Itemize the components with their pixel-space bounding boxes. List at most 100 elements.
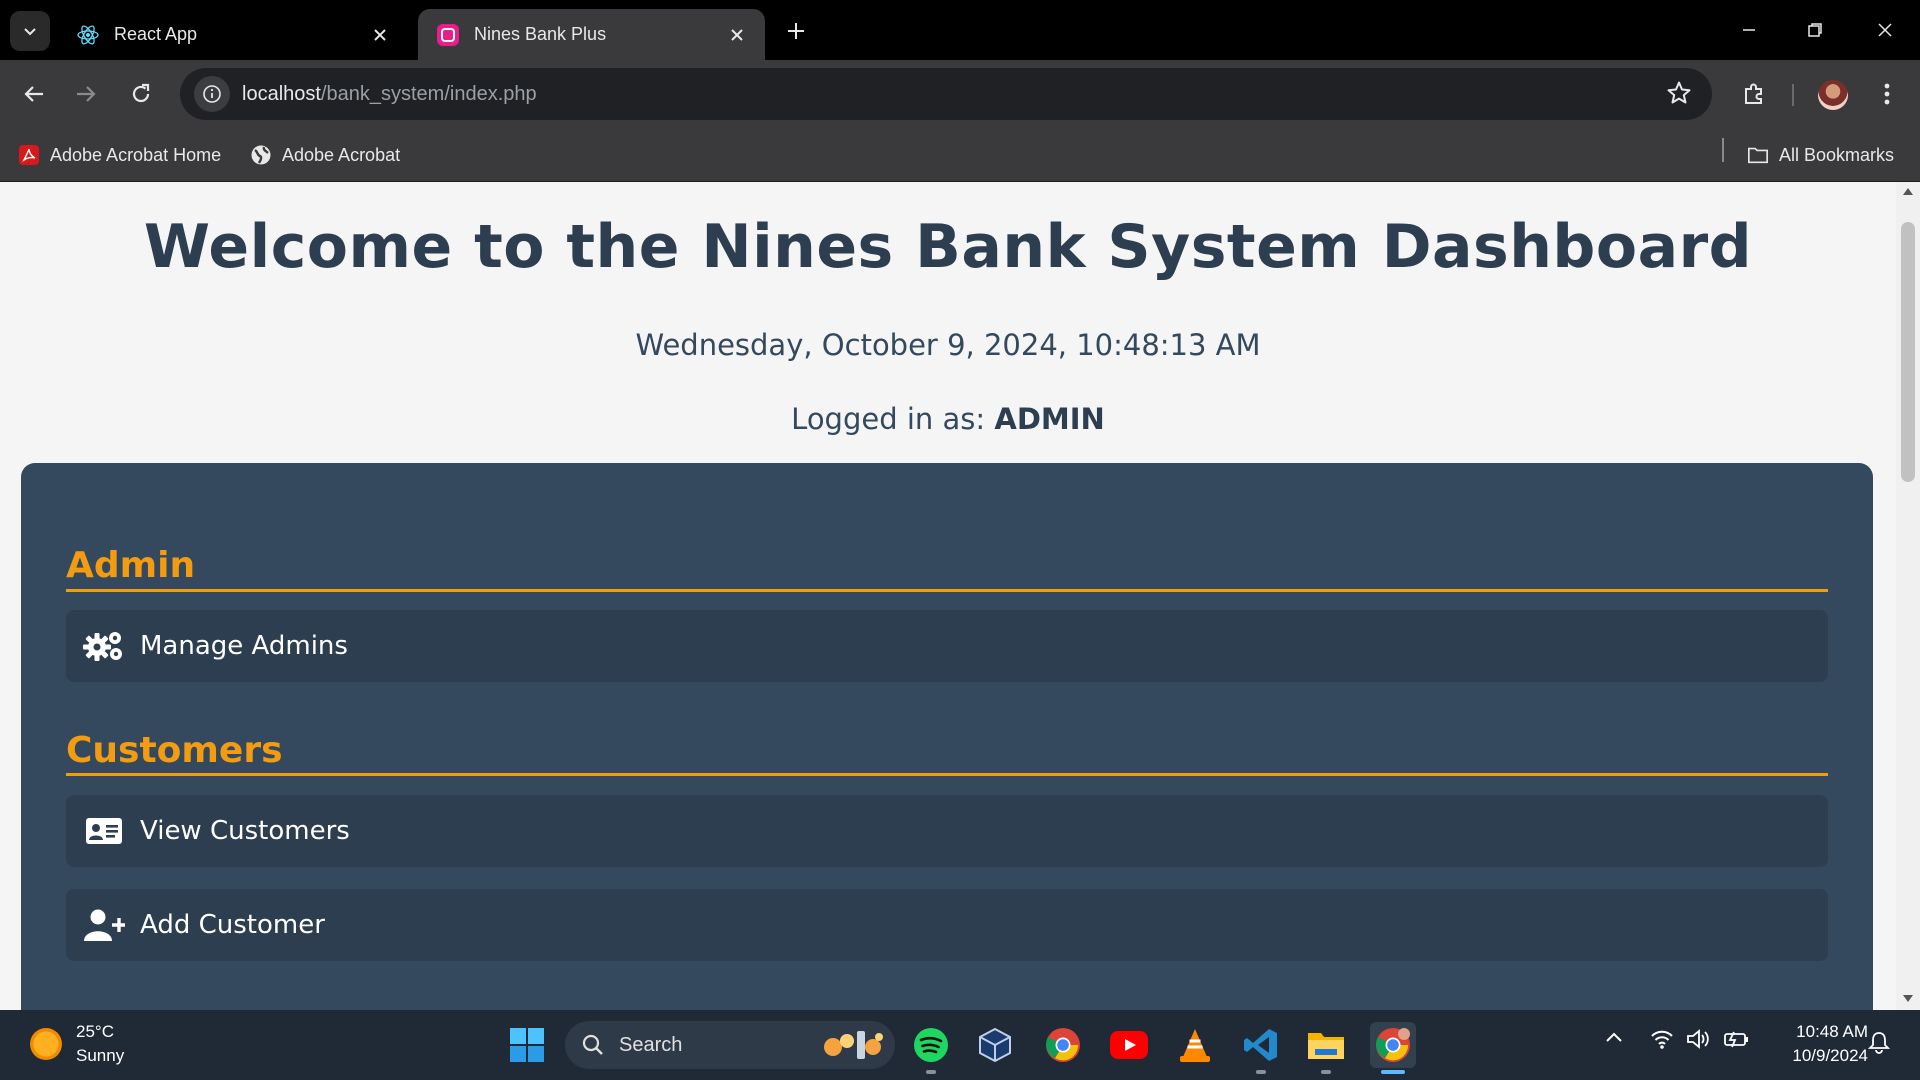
bookmark-star-icon[interactable] [1666, 80, 1692, 110]
bookmarks-divider [1722, 138, 1724, 162]
url-text: localhost/bank_system/index.php [242, 83, 537, 106]
running-indicator [1321, 1070, 1331, 1074]
restore-icon [1808, 23, 1822, 37]
id-card-icon [82, 813, 126, 849]
user-plus-icon [82, 907, 126, 943]
taskbar-clock[interactable]: 10:48 AM 10/9/2024 [1760, 1020, 1868, 1068]
address-bar[interactable]: localhost/bank_system/index.php [180, 68, 1712, 120]
close-icon[interactable] [725, 23, 749, 47]
active-indicator [1381, 1070, 1405, 1074]
virtualbox-icon[interactable] [972, 1022, 1018, 1068]
taskbar-search[interactable]: Search [565, 1021, 895, 1069]
notification-bell-icon[interactable] [1868, 1030, 1890, 1054]
page-title: Welcome to the Nines Bank System Dashboa… [143, 212, 1753, 282]
youtube-icon[interactable] [1106, 1022, 1152, 1068]
toolbar-divider [1792, 84, 1794, 106]
url-path: /bank_system/index.php [320, 82, 537, 105]
file-explorer-icon[interactable] [1303, 1022, 1349, 1068]
current-datetime: Wednesday, October 9, 2024, 10:48:13 AM [635, 328, 1261, 362]
plus-icon [788, 23, 804, 39]
bookmark-adobe-acrobat[interactable]: Adobe Acrobat [250, 139, 400, 171]
battery-icon[interactable] [1722, 1028, 1750, 1050]
tab-nines-bank-plus[interactable]: Nines Bank Plus [418, 9, 765, 60]
bookmark-label: Adobe Acrobat Home [50, 144, 222, 165]
tab-title: React App [114, 24, 198, 44]
section-title-customers: Customers [66, 730, 283, 771]
back-button[interactable] [14, 74, 54, 114]
bookmark-label: Adobe Acrobat [282, 144, 401, 165]
volume-icon[interactable] [1686, 1028, 1710, 1050]
tab-title: Nines Bank Plus [474, 24, 607, 44]
scroll-down-icon[interactable] [1903, 995, 1913, 1002]
search-icon [581, 1033, 605, 1057]
restore-button[interactable] [1790, 10, 1840, 50]
menu-card-label: View Customers [140, 816, 350, 846]
wifi-icon[interactable] [1650, 1028, 1674, 1050]
clock-date: 10/9/2024 [1792, 1046, 1868, 1065]
minimize-icon [1743, 29, 1755, 31]
section-title-admin: Admin [66, 545, 196, 586]
weather-desc: Sunny [76, 1046, 125, 1065]
arrow-left-icon [24, 86, 43, 102]
sun-icon [30, 1028, 62, 1060]
chrome-canary-icon[interactable] [1370, 1022, 1416, 1068]
chrome-icon[interactable] [1040, 1022, 1086, 1068]
section-divider [66, 589, 1828, 592]
page-viewport: Welcome to the Nines Bank System Dashboa… [0, 182, 1896, 1010]
folder-icon [1747, 144, 1769, 166]
scroll-up-icon[interactable] [1903, 188, 1913, 195]
running-indicator [1256, 1070, 1266, 1074]
bookmark-adobe-acrobat-home[interactable]: Adobe Acrobat Home [18, 139, 221, 171]
dashboard-panel: Admin Manage Admins Customers View Custo… [21, 463, 1873, 1010]
browser-menu-button[interactable] [1872, 74, 1902, 114]
vlc-icon[interactable] [1172, 1022, 1218, 1068]
logged-in-user: ADMIN [994, 402, 1105, 436]
chevron-up-icon[interactable] [1604, 1028, 1624, 1048]
extensions-button[interactable] [1734, 74, 1774, 114]
tab-strip: React App Nines Bank Plus [0, 0, 1920, 60]
close-icon [1878, 23, 1892, 37]
adobe-acrobat-icon [18, 144, 40, 166]
logged-in-prefix: Logged in as: [791, 402, 986, 436]
page-scrollbar[interactable] [1896, 182, 1920, 1010]
reload-icon [132, 83, 150, 103]
bank-favicon-icon [436, 23, 460, 47]
chevron-down-icon [24, 28, 36, 36]
all-bookmarks-label: All Bookmarks [1779, 144, 1895, 165]
globe-icon [250, 144, 272, 166]
weather-temp: 25°C [76, 1022, 114, 1041]
section-divider [66, 773, 1828, 776]
forward-button[interactable] [66, 74, 106, 114]
tab-react-app[interactable]: React App [58, 9, 408, 60]
puzzle-icon [1745, 83, 1762, 104]
arrow-right-icon [77, 86, 96, 102]
tab-search-button[interactable] [10, 11, 50, 51]
spotify-icon[interactable] [908, 1022, 954, 1068]
vscode-icon[interactable] [1238, 1022, 1284, 1068]
search-highlight-icon [824, 1031, 883, 1059]
react-icon [76, 23, 100, 47]
taskbar: 25°C Sunny Search 10:48 AM 10/9/2024 [0, 1010, 1920, 1080]
site-info-icon[interactable] [194, 76, 230, 112]
gears-icon [82, 628, 126, 664]
more-vert-icon [1884, 83, 1890, 105]
profile-avatar[interactable] [1818, 80, 1848, 110]
scrollbar-thumb[interactable] [1901, 222, 1915, 482]
minimize-button[interactable] [1724, 10, 1774, 50]
bookmarks-bar: Adobe Acrobat Home Adobe Acrobat All Boo… [0, 128, 1920, 182]
new-tab-button[interactable] [776, 14, 816, 48]
add-customer-link[interactable]: Add Customer [66, 889, 1828, 961]
search-placeholder: Search [619, 1033, 683, 1056]
menu-card-label: Add Customer [140, 910, 325, 940]
weather-widget[interactable]: 25°C Sunny [30, 1020, 124, 1068]
all-bookmarks-button[interactable]: All Bookmarks [1747, 139, 1894, 171]
close-icon[interactable] [368, 23, 392, 47]
running-indicator [926, 1070, 936, 1074]
reload-button[interactable] [121, 74, 161, 114]
view-customers-link[interactable]: View Customers [66, 795, 1828, 867]
menu-card-label: Manage Admins [140, 631, 348, 661]
clock-time: 10:48 AM [1796, 1022, 1868, 1041]
manage-admins-link[interactable]: Manage Admins [66, 610, 1828, 682]
close-window-button[interactable] [1860, 10, 1910, 50]
windows-start-icon[interactable] [504, 1022, 550, 1068]
